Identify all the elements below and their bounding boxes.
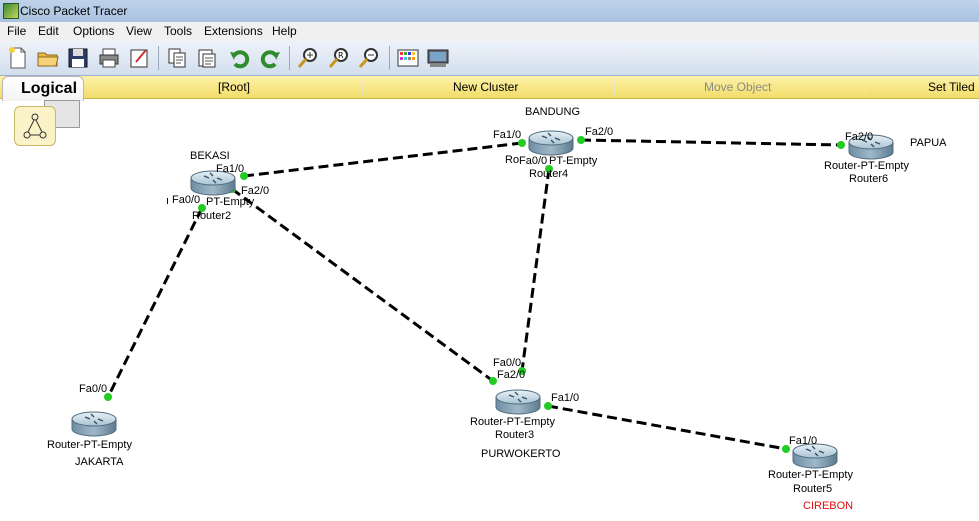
router4-model-label: PT-Empty xyxy=(549,155,598,167)
port-label: Fa2/0 xyxy=(845,131,874,143)
port-label: Fa0/0 xyxy=(519,155,548,167)
router5-name-label[interactable]: Router5 xyxy=(793,483,832,495)
move-object-button[interactable]: Move Object xyxy=(704,80,771,94)
location-label-bandung: BANDUNG xyxy=(525,106,581,118)
port-label: Fa0/0 xyxy=(79,383,108,395)
location-label-purwokerto: PURWOKERTO xyxy=(481,448,561,460)
router3-name-label[interactable]: Router3 xyxy=(495,429,534,441)
router4-model-partial: Ro xyxy=(505,154,520,166)
redo-icon[interactable] xyxy=(258,46,282,70)
port-light xyxy=(489,377,497,385)
logical-tab-label: Logical xyxy=(21,80,78,97)
port-label: Fa1/0 xyxy=(216,163,245,175)
logical-workspace-bar: [Root] New Cluster Move Object Set Tiled xyxy=(0,76,979,99)
new-cluster-button[interactable]: New Cluster xyxy=(453,80,518,94)
copy-icon[interactable] xyxy=(165,46,189,70)
bar-divider xyxy=(362,78,363,96)
link-router2-router3 xyxy=(231,187,494,383)
packet-tracer-app-icon xyxy=(3,3,19,19)
window-title: Cisco Packet Tracer xyxy=(20,4,128,18)
location-label-bekasi: BEKASI xyxy=(190,150,230,162)
router2-model-label: PT-Empty xyxy=(206,196,255,208)
menu-bar: File Edit Options View Tools Extensions … xyxy=(0,22,979,41)
undo-icon[interactable] xyxy=(228,46,252,70)
port-light xyxy=(577,136,585,144)
location-label-cirebon: CIREBON xyxy=(803,500,854,512)
router4-name-label[interactable]: Router4 xyxy=(529,168,568,180)
bar-divider xyxy=(865,78,866,96)
router6-model-label: Router-PT-Empty xyxy=(824,160,909,172)
open-icon[interactable] xyxy=(36,46,60,70)
router5-model-label: Router-PT-Empty xyxy=(768,469,853,481)
router2-name-label[interactable]: Router2 xyxy=(192,210,231,222)
jakarta-model-label: Router-PT-Empty xyxy=(47,439,132,451)
toolbar-separator xyxy=(289,46,290,70)
port-label: Fa1/0 xyxy=(551,392,580,404)
port-label: Fa1/0 xyxy=(493,129,522,141)
port-label: Fa1/0 xyxy=(789,435,818,447)
device-template-icon[interactable] xyxy=(426,46,450,70)
location-label-papua: PAPUA xyxy=(910,137,947,149)
toolbar-separator xyxy=(389,46,390,70)
root-button[interactable]: [Root] xyxy=(218,80,250,94)
svg-text:R: R xyxy=(338,51,344,60)
router3-icon xyxy=(495,389,541,415)
palette-icon[interactable] xyxy=(396,46,420,70)
menu-extensions[interactable]: Extensions xyxy=(204,24,263,38)
router5-icon xyxy=(792,443,838,469)
port-label: Fa2/0 xyxy=(585,126,614,138)
title-bar: Cisco Packet Tracer xyxy=(0,0,979,22)
menu-options[interactable]: Options xyxy=(73,24,114,38)
menu-view[interactable]: View xyxy=(126,24,152,38)
port-light xyxy=(837,141,845,149)
link-router4-router3 xyxy=(520,168,551,372)
menu-help[interactable]: Help xyxy=(272,24,297,38)
menu-tools[interactable]: Tools xyxy=(164,24,192,38)
activity-wizard-icon[interactable] xyxy=(128,46,152,70)
print-icon[interactable] xyxy=(97,46,121,70)
menu-file[interactable]: File xyxy=(7,24,26,38)
zoom-reset-icon[interactable]: R xyxy=(327,46,351,70)
link-router4-router6 xyxy=(580,138,842,147)
bar-divider xyxy=(614,78,615,96)
link-router3-router5 xyxy=(547,404,787,451)
location-label-jakarta: JAKARTA xyxy=(75,456,124,468)
router6-name-label[interactable]: Router6 xyxy=(849,173,888,185)
router1-icon xyxy=(71,411,117,437)
save-icon[interactable] xyxy=(66,46,90,70)
link-router2-router4 xyxy=(243,141,523,178)
toolbar-separator xyxy=(158,46,159,70)
link-router2-jakarta xyxy=(106,207,204,398)
zoom-in-icon[interactable] xyxy=(296,46,320,70)
router4-icon xyxy=(528,130,574,156)
new-icon[interactable] xyxy=(6,46,30,70)
port-label: Fa0/0 xyxy=(493,357,522,369)
logical-workspace[interactable]: BEKASI Fa1/0 Fa2/0 ı Fa0/0 PT-Empty Rout… xyxy=(0,98,979,521)
set-tiled-button[interactable]: Set Tiled xyxy=(928,80,975,94)
main-toolbar: R xyxy=(0,41,979,76)
paste-icon[interactable] xyxy=(195,46,219,70)
port-label: Fa2/0 xyxy=(497,369,526,381)
menu-edit[interactable]: Edit xyxy=(38,24,59,38)
router3-model-label: Router-PT-Empty xyxy=(470,416,555,428)
zoom-out-icon[interactable] xyxy=(357,46,381,70)
port-label: Fa0/0 xyxy=(172,194,201,206)
router2-model-prefix: ı xyxy=(166,195,170,207)
